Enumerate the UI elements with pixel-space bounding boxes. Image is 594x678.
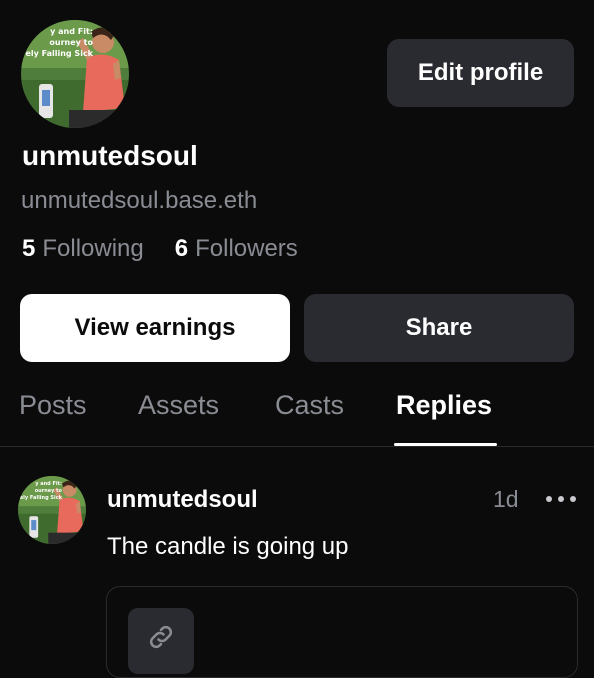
profile-display-name: unmutedsoul <box>22 140 198 171</box>
avatar-caption-line: y and Fit: <box>35 481 62 487</box>
following-count: 5 <box>22 235 36 262</box>
view-earnings-button[interactable]: View earnings <box>20 294 290 362</box>
edit-profile-button[interactable]: Edit profile <box>387 39 574 107</box>
avatar-caption-line: y and Fit: <box>50 27 93 36</box>
tab-casts[interactable]: Casts <box>275 390 344 421</box>
share-label: Share <box>405 314 473 341</box>
tab-replies[interactable]: Replies <box>396 390 492 421</box>
following-link[interactable]: 5 Following <box>22 235 144 263</box>
reply-avatar[interactable]: y and Fit: ourney to ely Falling Sick <box>18 476 86 544</box>
link-icon <box>149 625 173 649</box>
followers-link[interactable]: 6 Followers <box>175 235 298 263</box>
reply-body-text: The candle is going up <box>107 533 349 560</box>
reply-timestamp: 1d <box>493 486 519 512</box>
active-tab-indicator <box>394 443 497 446</box>
followers-label: Followers <box>195 235 298 262</box>
avatar-caption-line: ely Falling Sick <box>19 495 62 501</box>
profile-tabs: Posts Assets Casts Replies <box>0 380 594 447</box>
followers-count: 6 <box>174 235 189 262</box>
more-options-icon[interactable] <box>545 492 577 506</box>
profile-handle: unmutedsoul.base.eth <box>21 187 258 214</box>
reply-embed-card[interactable] <box>106 586 578 678</box>
avatar-caption-line: ely Falling Sick <box>25 49 93 58</box>
tab-posts[interactable]: Posts <box>19 390 87 421</box>
view-earnings-label: View earnings <box>74 314 236 341</box>
avatar-caption: y and Fit: ourney to ely Falling Sick <box>23 26 93 59</box>
share-button[interactable]: Share <box>304 294 574 362</box>
avatar-caption-line: ourney to <box>34 488 62 494</box>
reply-avatar-caption: y and Fit: ourney to ely Falling Sick <box>18 481 62 502</box>
tab-assets[interactable]: Assets <box>138 390 219 421</box>
edit-profile-label: Edit profile <box>417 59 544 86</box>
embed-thumbnail <box>128 608 194 674</box>
following-label: Following <box>42 235 144 262</box>
avatar-caption-line: ourney to <box>49 38 93 47</box>
follow-stats: 5 Following 6 Followers <box>22 235 298 263</box>
profile-avatar[interactable]: y and Fit: ourney to ely Falling Sick <box>21 20 129 128</box>
reply-author-name[interactable]: unmutedsoul <box>107 486 258 514</box>
